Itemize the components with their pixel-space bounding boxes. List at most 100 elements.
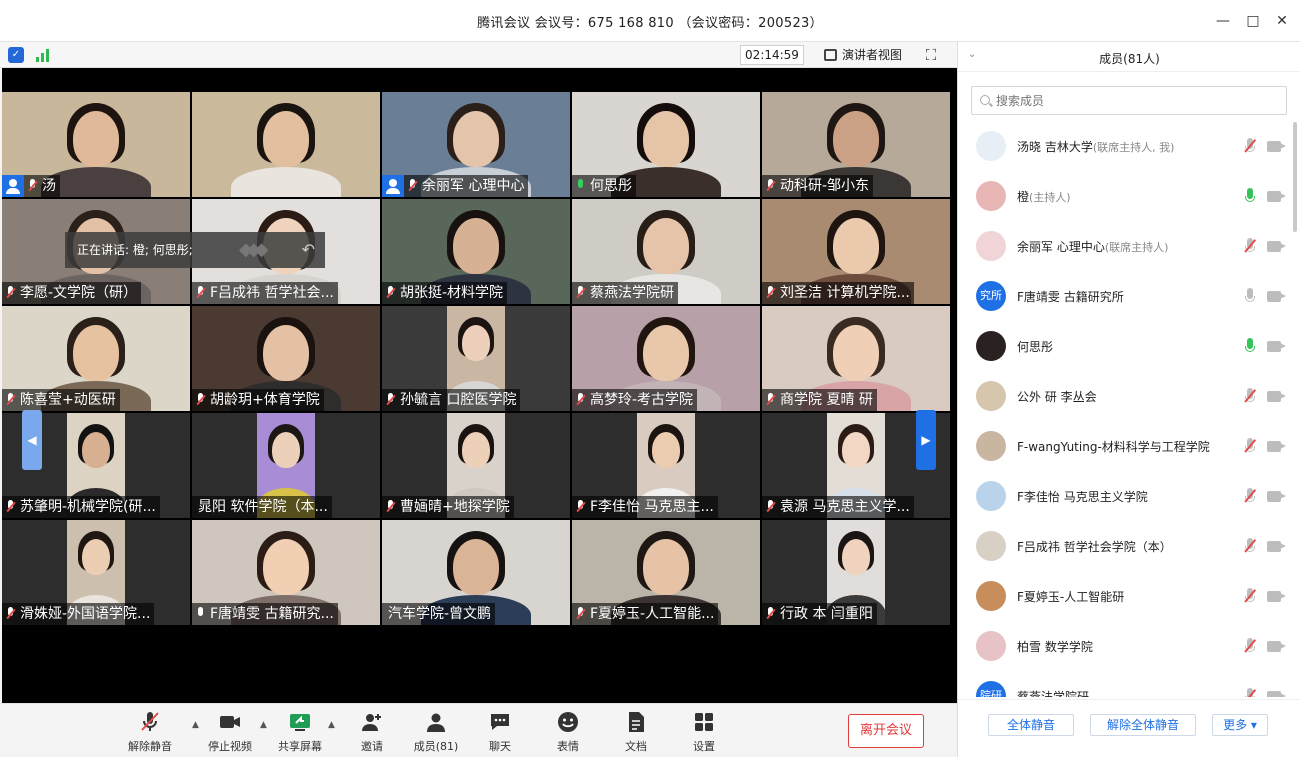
video-tile[interactable]: 汤: [2, 92, 190, 197]
mic-muted-icon[interactable]: [1244, 438, 1256, 455]
camera-icon[interactable]: [1267, 141, 1281, 152]
video-tile[interactable]: F李佳怡 马克思主...: [572, 413, 760, 518]
video-tile[interactable]: 何思彤: [572, 92, 760, 197]
member-name: F-wangYuting-材料科学与工程学院: [1017, 440, 1210, 454]
toolbar-button-settings[interactable]: 设置: [674, 710, 734, 754]
member-row[interactable]: 院研 蔡燕法学院研: [958, 672, 1293, 697]
video-tile[interactable]: 胡龄玥+体育学院: [192, 306, 380, 411]
video-tile[interactable]: 刘圣洁 计算机学院...: [762, 199, 950, 304]
leave-meeting-button[interactable]: 离开会议: [848, 714, 924, 748]
mic-muted-icon[interactable]: [1244, 688, 1256, 697]
mic-muted-icon[interactable]: [1244, 238, 1256, 255]
chat-icon: [488, 710, 512, 734]
member-row[interactable]: 公外 研 李丛会: [958, 372, 1293, 422]
member-row[interactable]: F夏婷玉-人工智能研: [958, 572, 1293, 622]
mic-muted-icon: [576, 607, 586, 621]
video-tile[interactable]: 滑姝娅-外国语学院...: [2, 520, 190, 625]
toolbar-button-chat[interactable]: 聊天: [470, 710, 530, 754]
member-list-scrollbar[interactable]: [1293, 122, 1297, 232]
mic-muted-icon[interactable]: [1244, 538, 1256, 555]
camera-icon[interactable]: [1267, 591, 1281, 602]
mute-all-button[interactable]: 全体静音: [988, 714, 1074, 736]
video-tile[interactable]: 行政 本 闫重阳: [762, 520, 950, 625]
options-caret-icon[interactable]: ▲: [328, 720, 338, 730]
more-button[interactable]: 更多 ▾: [1212, 714, 1268, 736]
video-tile[interactable]: 商学院 夏晴 研: [762, 306, 950, 411]
member-row[interactable]: 柏雪 数学学院: [958, 622, 1293, 672]
video-tile[interactable]: 动科研-邹小东: [762, 92, 950, 197]
camera-icon[interactable]: [1267, 391, 1281, 402]
participant-name: 胡龄玥+体育学院: [210, 392, 320, 408]
member-row[interactable]: F-wangYuting-材料科学与工程学院: [958, 422, 1293, 472]
video-tile[interactable]: F唐靖雯 古籍研究...: [192, 520, 380, 625]
security-shield-icon[interactable]: ✓: [8, 47, 24, 63]
mic-muted-icon[interactable]: [1244, 588, 1256, 605]
toolbar-button-emoji[interactable]: 表情: [538, 710, 598, 754]
camera-icon[interactable]: [1267, 441, 1281, 452]
speaking-wave-icon: ◆◆◆: [239, 239, 269, 260]
participant-figure: [643, 538, 689, 595]
options-caret-icon[interactable]: ▲: [260, 720, 270, 730]
video-tile[interactable]: 高梦玲-考古学院: [572, 306, 760, 411]
camera-icon[interactable]: [1267, 541, 1281, 552]
prev-page-arrow[interactable]: ◀: [22, 410, 42, 470]
camera-icon[interactable]: [1267, 191, 1281, 202]
video-tile[interactable]: 孙毓言 口腔医学院: [382, 306, 570, 411]
member-row[interactable]: 汤晓 吉林大学(联席主持人, 我): [958, 122, 1293, 172]
title-bar: 腾讯会议 会议号：675 168 810 （会议密码：200523） — □ ✕: [0, 0, 1300, 42]
video-tile[interactable]: [192, 92, 380, 197]
video-tile[interactable]: 蔡燕法学院研: [572, 199, 760, 304]
participant-name-label: 滑姝娅-外国语学院...: [2, 603, 155, 625]
video-tile[interactable]: 晁阳 软件学院（本...: [192, 413, 380, 518]
camera-icon[interactable]: [1267, 641, 1281, 652]
member-name: 橙: [1017, 190, 1030, 204]
toolbar-button-add-user[interactable]: 邀请: [342, 710, 402, 754]
collapse-banner-icon[interactable]: ↶: [302, 241, 315, 259]
camera-icon[interactable]: [1267, 291, 1281, 302]
video-tile[interactable]: 余丽军 心理中心: [382, 92, 570, 197]
document-icon: [624, 710, 648, 734]
toolbar-label: 聊天: [489, 740, 511, 753]
member-row[interactable]: 何思彤: [958, 322, 1293, 372]
member-search-input[interactable]: [996, 91, 1276, 111]
mic-muted-icon[interactable]: [1244, 388, 1256, 405]
camera-icon[interactable]: [1267, 491, 1281, 502]
toolbar-button-video-camera[interactable]: 停止视频: [200, 710, 260, 754]
unmute-all-button[interactable]: 解除全体静音: [1090, 714, 1196, 736]
video-tile[interactable]: F夏婷玉-人工智能...: [572, 520, 760, 625]
member-row[interactable]: 究所 F唐靖雯 古籍研究所: [958, 272, 1293, 322]
next-page-arrow[interactable]: ▶: [916, 410, 936, 470]
video-tile[interactable]: 曹婳晴+地探学院: [382, 413, 570, 518]
video-tile[interactable]: 胡张挺-材料学院: [382, 199, 570, 304]
mic-muted-icon[interactable]: [1244, 638, 1256, 655]
member-search[interactable]: [971, 86, 1287, 115]
toolbar-button-mic-muted[interactable]: 解除静音: [120, 710, 180, 754]
camera-icon[interactable]: [1267, 241, 1281, 252]
fullscreen-icon[interactable]: ⛶: [922, 46, 940, 64]
mic-muted-icon[interactable]: [1244, 488, 1256, 505]
participant-figure: [73, 324, 119, 381]
mic-muted-icon[interactable]: [1244, 138, 1256, 155]
camera-icon[interactable]: [1267, 691, 1281, 697]
member-row[interactable]: F吕成祎 哲学社会学院（本）: [958, 522, 1293, 572]
video-tile[interactable]: 汽车学院-曾文鹏: [382, 520, 570, 625]
mic-icon[interactable]: [1244, 338, 1256, 355]
participant-name-label: 袁源 马克思主义学...: [762, 496, 914, 518]
video-tile[interactable]: 陈喜莹+动医研: [2, 306, 190, 411]
minimize-icon[interactable]: —: [1213, 11, 1233, 31]
maximize-icon[interactable]: □: [1243, 11, 1263, 31]
toolbar-button-members[interactable]: 成员(81): [406, 710, 466, 754]
mic-icon[interactable]: [1244, 288, 1256, 305]
toolbar-button-share-screen[interactable]: 共享屏幕: [270, 710, 330, 754]
mic-icon[interactable]: [1244, 188, 1256, 205]
speaker-view-button[interactable]: 演讲者视图: [820, 45, 902, 65]
member-row[interactable]: F李佳怡 马克思主义学院: [958, 472, 1293, 522]
mic-icon: [196, 607, 205, 621]
close-icon[interactable]: ✕: [1272, 11, 1292, 31]
host-badge-icon: [382, 175, 404, 197]
member-row[interactable]: 余丽军 心理中心(联席主持人): [958, 222, 1293, 272]
camera-icon[interactable]: [1267, 341, 1281, 352]
network-signal-icon[interactable]: [36, 48, 52, 62]
toolbar-button-document[interactable]: 文档: [606, 710, 666, 754]
member-row[interactable]: 橙(主持人): [958, 172, 1293, 222]
